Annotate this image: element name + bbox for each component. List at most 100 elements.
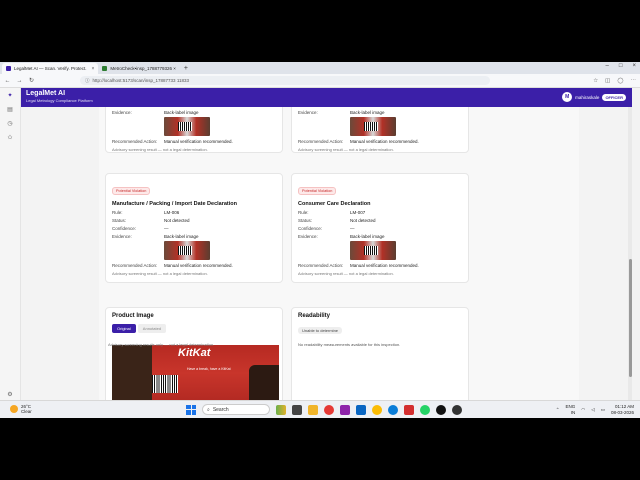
action-row: Recommended Action: Manual verification r…: [298, 263, 419, 268]
window-controls: – □ ×: [606, 63, 636, 69]
url-field[interactable]: ⓘ http://localhost:5173/scan/insp_178877…: [80, 76, 490, 85]
evidence-thumbnail[interactable]: [164, 117, 210, 136]
rule-row: Rule: LM-006: [112, 210, 180, 215]
action-row: Recommended Action: Manual verification r…: [112, 139, 233, 144]
original-toggle-button[interactable]: Original: [112, 324, 136, 333]
minimize-icon[interactable]: –: [606, 63, 609, 69]
user-menu[interactable]: M mahiraskale OFFICER: [562, 92, 626, 102]
task-view-icon[interactable]: [292, 404, 302, 415]
add-icon[interactable]: ✦: [7, 92, 12, 99]
menu-icon[interactable]: ⋯: [631, 78, 637, 84]
media-app-icon[interactable]: [324, 404, 334, 415]
favicon-icon: [102, 66, 108, 71]
page-scrollbar[interactable]: [628, 107, 632, 418]
chrome-icon[interactable]: [372, 404, 382, 415]
product-image-title: Product Image: [112, 313, 154, 319]
windows-start-icon[interactable]: [186, 404, 196, 415]
edge-icon[interactable]: [388, 404, 398, 415]
close-window-icon[interactable]: ×: [632, 63, 636, 69]
violation-card-lm-007: Potential Violation Consumer Care Declar…: [291, 173, 469, 283]
favicon-icon: [6, 66, 11, 71]
tab-label: LegalMet AI — Scan. Verify. Protect.: [14, 66, 87, 71]
history-icon[interactable]: ◷: [7, 120, 12, 127]
section-advisory-note: Advisory screening results only — not a …: [108, 342, 215, 347]
file-explorer-icon[interactable]: [308, 404, 318, 415]
product-wordmark: KitKat: [178, 347, 211, 359]
weather-condition: Clear: [21, 409, 32, 414]
product-strip-text: Have a break, have a KitKat: [187, 367, 231, 371]
evidence-thumbnail[interactable]: [164, 241, 210, 260]
violation-card-partial-right: Evidence: Back-label image Recommended Ac…: [291, 107, 469, 153]
evidence-row: Evidence: Back-label image: [298, 234, 385, 239]
browser-tab-legalmet[interactable]: LegalMet AI — Scan. Verify. Protect. ×: [2, 63, 99, 74]
app-title: LegalMet AI: [26, 90, 66, 97]
violation-card-lm-006: Potential Violation Manufacture / Packin…: [105, 173, 283, 283]
favorites-icon[interactable]: ✩: [7, 134, 12, 141]
system-tray: ⌃ ENG IN ◠ ◁ ▭ 01:12 AM 08-03-2026: [556, 404, 634, 415]
card-title: Consumer Care Declaration: [298, 201, 371, 207]
browser-tab-strip: LegalMet AI — Scan. Verify. Protect. × M…: [0, 62, 640, 74]
time: 01:12 AM: [614, 404, 634, 409]
reload-icon[interactable]: ↻: [28, 77, 35, 84]
side-rail: ✦ ▤ ◷ ✩ ⚙: [0, 88, 21, 418]
back-icon[interactable]: ←: [4, 78, 11, 84]
evidence-thumbnail[interactable]: [350, 117, 396, 136]
os-taskbar: 26°C Clear ⌕ Search ⌃ ENG IN ◠ ◁ ▭ 01:12: [0, 400, 640, 418]
user-name: mahiraskale: [575, 94, 600, 100]
profile-icon[interactable]: ◯: [617, 78, 623, 84]
widgets-icon[interactable]: [276, 404, 286, 415]
role-badge: OFFICER: [602, 93, 626, 101]
volume-icon[interactable]: ◁: [591, 407, 594, 413]
browser-tab-metrocheck[interactable]: MetroCheck•insp_1788779326 ×: [98, 63, 180, 74]
tab-label: MetroCheck•insp_1788779326 ×: [110, 66, 176, 71]
app-icon[interactable]: [356, 404, 366, 415]
main-content: Evidence: Back-label image Recommended Ac…: [21, 107, 632, 418]
annotated-toggle-button[interactable]: Annotated: [137, 324, 167, 333]
whatsapp-icon[interactable]: [420, 404, 430, 415]
document-icon[interactable]: ▤: [7, 106, 13, 113]
url-text: http://localhost:5173/scan/insp_17887733…: [92, 78, 190, 83]
close-tab-icon[interactable]: ×: [91, 66, 94, 72]
new-tab-button[interactable]: +: [180, 63, 192, 74]
address-bar: ← → ↻ ⓘ http://localhost:5173/scan/insp_…: [0, 74, 640, 88]
action-row: Recommended Action: Manual verification r…: [112, 263, 233, 268]
gear-icon[interactable]: ⚙: [7, 391, 12, 398]
status-row: Status: Not detected: [112, 218, 190, 223]
clock[interactable]: 01:12 AM 08-03-2026: [611, 404, 634, 415]
confidence-row: Confidence: —: [112, 226, 169, 231]
advisory-note: Advisory screening result — not a legal …: [112, 271, 208, 276]
violation-tag: Potential Violation: [298, 187, 337, 195]
content-lane: Evidence: Back-label image Recommended Ac…: [99, 107, 579, 418]
star-icon[interactable]: ☆: [593, 78, 598, 84]
wifi-icon[interactable]: ◠: [581, 407, 585, 413]
readability-status-badge: Unable to determine: [298, 327, 343, 334]
search-label: Search: [212, 406, 229, 413]
evidence-thumbnail[interactable]: [350, 241, 396, 260]
app-icon[interactable]: [404, 404, 414, 415]
app-icon[interactable]: [436, 404, 446, 415]
confidence-row: Confidence: —: [298, 226, 355, 231]
avatar: M: [562, 92, 573, 102]
advisory-note: Advisory screening result — not a legal …: [298, 147, 394, 152]
forward-icon[interactable]: →: [16, 78, 23, 84]
battery-icon[interactable]: ▭: [601, 407, 605, 413]
language-bottom: IN: [570, 409, 576, 415]
app-header: LegalMet AI Legal Metrology Compliance P…: [21, 88, 632, 107]
action-row: Recommended Action: Manual verification r…: [298, 139, 419, 144]
extensions-icon[interactable]: ◫: [605, 78, 610, 84]
browser-toolbar-right: ☆ ◫ ◯ ⋯: [593, 78, 636, 84]
taskbar-apps: ⌕ Search: [186, 404, 462, 415]
taskbar-search[interactable]: ⌕ Search: [202, 404, 270, 415]
evidence-row: Evidence: Back-label image: [112, 110, 199, 115]
info-icon: ⓘ: [85, 77, 90, 83]
recorder-icon[interactable]: [452, 404, 462, 415]
weather-widget[interactable]: 26°C Clear: [10, 404, 32, 414]
advisory-note: Advisory screening result — not a legal …: [112, 147, 208, 152]
card-title: Manufacture / Packing / Import Date Decl…: [112, 201, 238, 207]
app-icon[interactable]: [340, 404, 350, 415]
chevron-up-icon[interactable]: ⌃: [556, 407, 560, 413]
maximize-icon[interactable]: □: [619, 63, 623, 69]
search-icon: ⌕: [207, 406, 210, 413]
screen: LegalMet AI — Scan. Verify. Protect. × M…: [0, 62, 640, 418]
readability-title: Readability: [298, 313, 331, 319]
